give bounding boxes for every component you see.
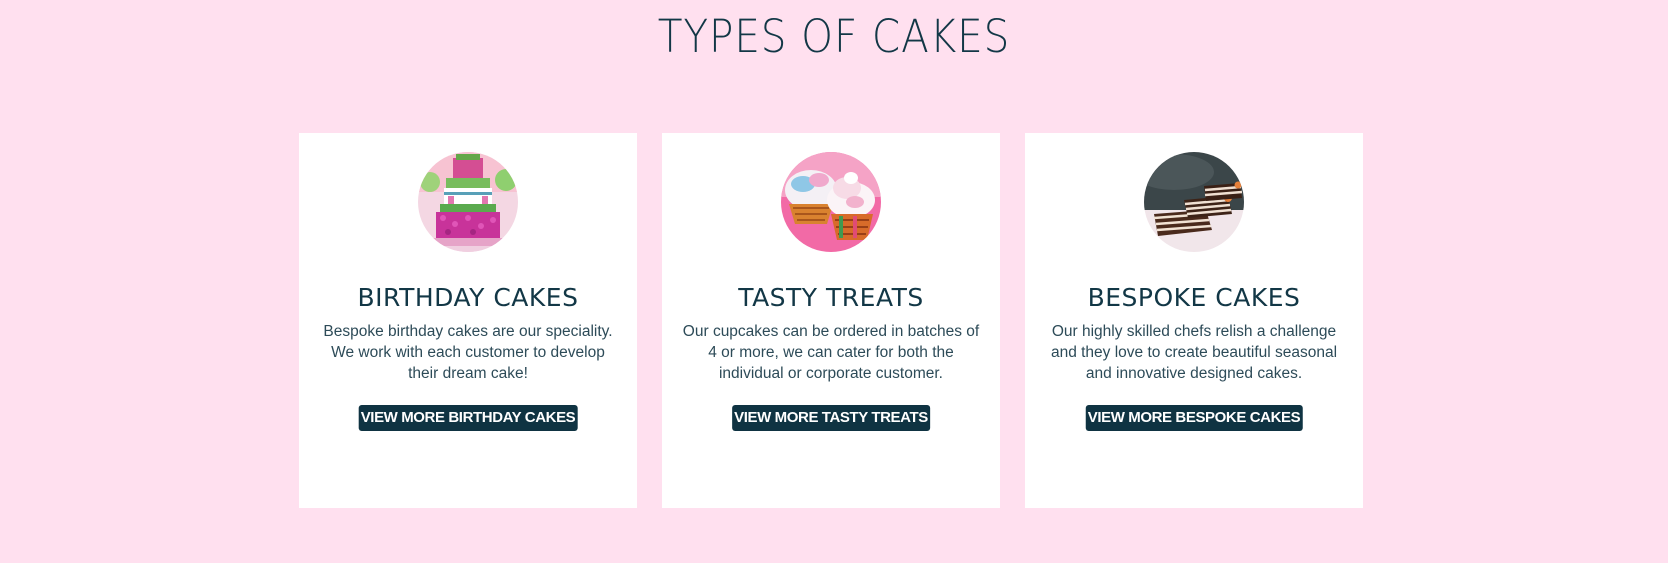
- view-more-bespoke-cakes-button[interactable]: VIEW MORE BESPOKE CAKES: [1085, 405, 1303, 431]
- cupcakes-image: [781, 152, 881, 252]
- layered-cake-slices-photo-icon: [1144, 152, 1244, 252]
- card-tasty-treats: TASTY TREATS Our cupcakes can be ordered…: [662, 133, 1000, 508]
- view-more-tasty-treats-button[interactable]: VIEW MORE TASTY TREATS: [732, 405, 930, 431]
- card-bespoke-cakes: BESPOKE CAKES Our highly skilled chefs r…: [1025, 133, 1363, 508]
- birthday-cake-photo-icon: [418, 152, 518, 252]
- card-description: Our highly skilled chefs relish a challe…: [1050, 323, 1338, 382]
- view-more-birthday-cakes-button[interactable]: VIEW MORE BIRTHDAY CAKES: [358, 405, 578, 431]
- bespoke-cakes-image: [1144, 152, 1244, 252]
- section-title: TYPES OF CAKES: [657, 10, 1011, 63]
- cupcakes-photo-icon: [781, 152, 881, 252]
- card-title: BIRTHDAY CAKES: [357, 283, 579, 312]
- card-title: TASTY TREATS: [738, 283, 924, 312]
- card-description: Our cupcakes can be ordered in batches o…: [682, 323, 980, 382]
- birthday-cake-image: [418, 152, 518, 252]
- card-birthday-cakes: BIRTHDAY CAKES Bespoke birthday cakes ar…: [299, 133, 637, 508]
- card-description: Bespoke birthday cakes are our specialit…: [323, 323, 613, 382]
- cake-types-cards: BIRTHDAY CAKES Bespoke birthday cakes ar…: [299, 133, 1363, 508]
- card-title: BESPOKE CAKES: [1087, 283, 1301, 312]
